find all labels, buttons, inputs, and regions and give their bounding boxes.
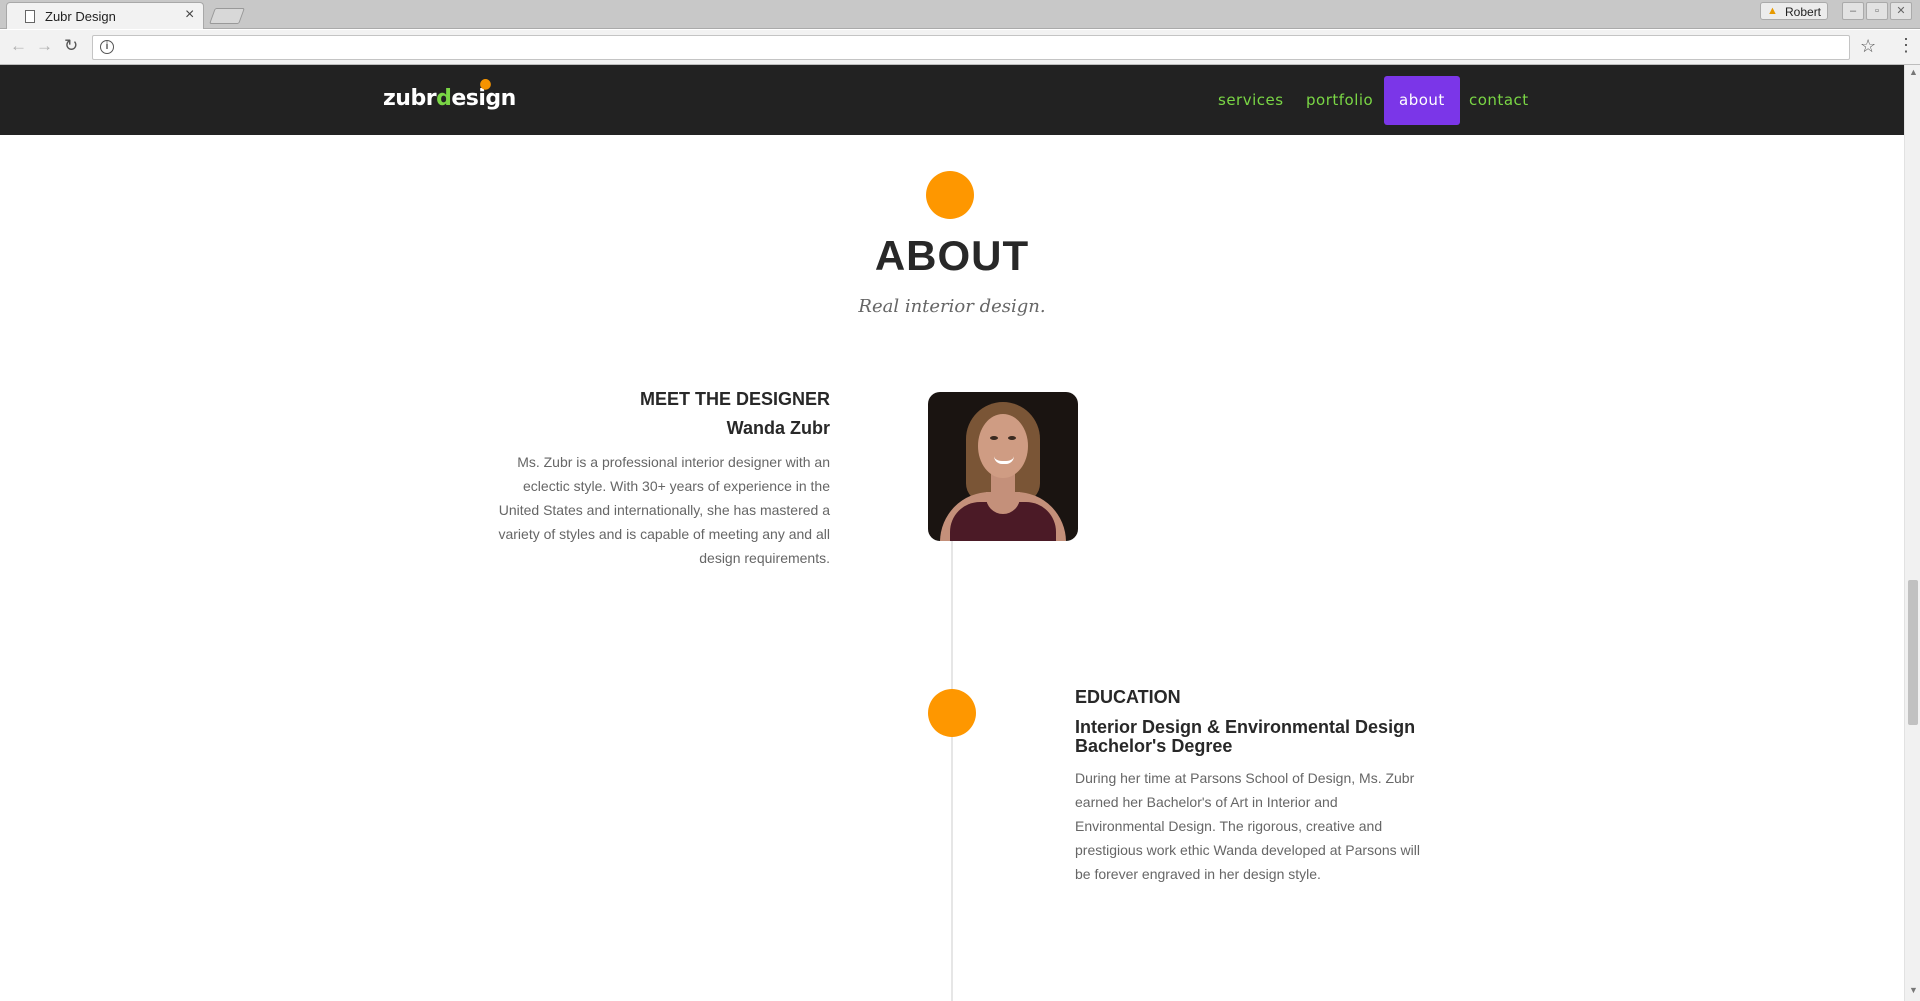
education-heading: EDUCATION (1075, 687, 1181, 707)
designer-description: Ms. Zubr is a professional interior desi… (498, 454, 830, 566)
logo-part: es (451, 86, 479, 111)
info-icon[interactable]: i (100, 40, 114, 54)
nav-link-portfolio[interactable]: portfolio (1291, 76, 1388, 125)
browser-toolbar: ← → ↻ i ☆ ⋮ (0, 30, 1920, 65)
tab-title: Zubr Design (45, 9, 116, 24)
page-title: ABOUT (874, 232, 1030, 279)
education-description: During her time at Parsons School of Des… (1075, 770, 1420, 882)
back-arrow-icon[interactable]: ← (10, 36, 27, 56)
page-icon (25, 10, 35, 23)
browser-tab-strip: Zubr Design × ▲ Robert – ▫ ✕ (0, 0, 1920, 29)
scroll-down-icon[interactable]: ▼ (1909, 985, 1918, 995)
nav-link-contact[interactable]: contact (1454, 76, 1544, 125)
window-close-button[interactable]: ✕ (1890, 2, 1912, 20)
logo-accent: d (436, 86, 452, 111)
nav-link-about[interactable]: about (1384, 76, 1460, 125)
section-marker-circle (926, 171, 974, 219)
timeline-marker-circle (928, 689, 976, 737)
designer-photo (928, 392, 1078, 541)
browser-tab[interactable]: Zubr Design × (6, 2, 204, 29)
logo-dot: ● (479, 76, 492, 92)
page-subtitle: Real interior design. (858, 296, 1046, 317)
scroll-up-icon[interactable]: ▲ (1909, 67, 1918, 77)
designer-heading: MEET THE DESIGNER (639, 389, 830, 409)
site-navbar: zubrdesi ● gn services portfolio about con… (0, 65, 1904, 135)
new-tab-button[interactable] (209, 8, 245, 24)
tab-close-icon[interactable]: × (185, 6, 194, 24)
site-logo[interactable]: zubrdesi ● gn (383, 76, 516, 111)
warning-icon: ▲ (1767, 5, 1778, 17)
designer-name: Wanda Zubr (726, 418, 830, 438)
reload-icon[interactable]: ↻ (64, 36, 78, 56)
window-maximize-button[interactable]: ▫ (1866, 2, 1888, 20)
page-scrollbar[interactable]: ▲ ▼ (1904, 65, 1920, 1001)
address-bar[interactable]: i (92, 35, 1850, 60)
window-minimize-button[interactable]: – (1842, 2, 1864, 20)
logo-dotted-i: i ● (478, 76, 491, 111)
profile-button[interactable]: ▲ Robert (1760, 2, 1828, 20)
logo-part: zubr (383, 86, 437, 111)
nav-link-services[interactable]: services (1203, 76, 1299, 125)
education-degree-field: Interior Design & Environmental Design (1075, 717, 1416, 737)
star-icon[interactable]: ☆ (1860, 36, 1876, 57)
timeline-line (951, 540, 953, 1001)
forward-arrow-icon[interactable]: → (36, 36, 53, 56)
kebab-menu-icon[interactable]: ⋮ (1897, 35, 1915, 56)
profile-name: Robert (1785, 5, 1822, 19)
scrollbar-thumb[interactable] (1908, 580, 1918, 725)
education-degree-type: Bachelor's Degree (1075, 736, 1233, 756)
